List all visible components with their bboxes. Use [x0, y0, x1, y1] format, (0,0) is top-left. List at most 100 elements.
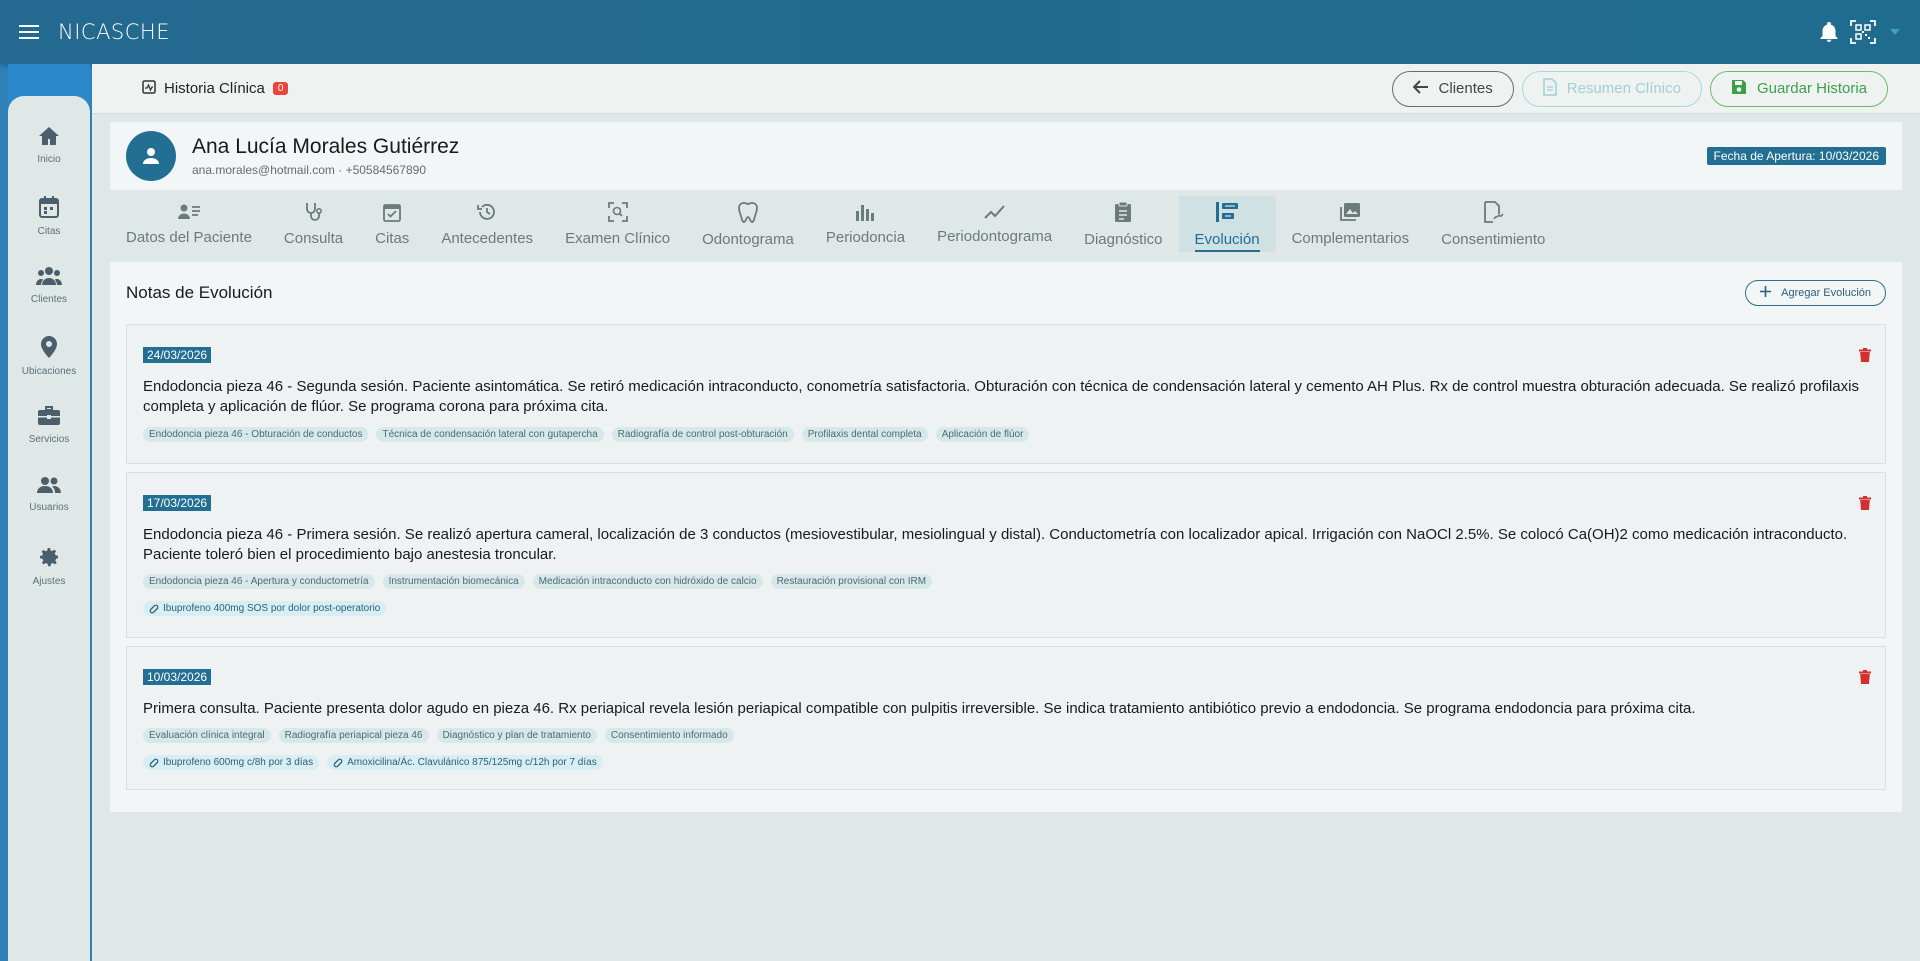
- note-text: Endodoncia pieza 46 - Segunda sesión. Pa…: [143, 378, 1859, 415]
- tab-diagnostico[interactable]: Diagnóstico: [1068, 196, 1178, 252]
- sidebar-item-label: Ubicaciones: [21, 366, 77, 377]
- tab-complementarios[interactable]: Complementarios: [1276, 196, 1426, 252]
- medication-tag: Amoxicilina/Ác. Clavulánico 875/125mg c/…: [327, 755, 603, 770]
- note-date: 10/03/2026: [143, 669, 212, 685]
- tab-label: Odontograma: [702, 230, 794, 248]
- medication-text: Ibuprofeno 600mg c/8h por 3 días: [163, 757, 314, 768]
- tab-odontograma[interactable]: Odontograma: [686, 196, 810, 252]
- sidebar-item-label: Clientes: [30, 294, 68, 305]
- sidebar-item-inicio[interactable]: Inicio: [8, 126, 90, 196]
- count-badge: 0: [272, 82, 289, 95]
- page-title-text: Historia Clínica: [164, 80, 265, 97]
- note-medications: Ibuprofeno 600mg c/8h por 3 días Amoxici…: [143, 755, 603, 770]
- delete-icon[interactable]: [1859, 347, 1871, 366]
- tab-label: Consulta: [283, 229, 344, 247]
- tab-consentimiento[interactable]: Consentimiento: [1425, 196, 1561, 252]
- person-icon: [143, 148, 159, 164]
- tab-label: Complementarios: [1291, 229, 1410, 247]
- save-icon: [1731, 79, 1747, 99]
- location-icon: [41, 336, 57, 362]
- medication-tag: Ibuprofeno 600mg c/8h por 3 días: [143, 755, 320, 770]
- tab-consulta[interactable]: Consulta: [268, 196, 359, 252]
- sidebar-item-ajustes[interactable]: Ajustes: [8, 546, 90, 616]
- account-menu-icon[interactable]: [1888, 25, 1902, 39]
- clinical-history-icon: [142, 79, 156, 98]
- bell-icon[interactable]: [1820, 22, 1838, 42]
- sidebar-item-usuarios[interactable]: Usuarios: [8, 476, 90, 546]
- users-icon: [37, 476, 61, 498]
- images-icon: [1339, 202, 1361, 226]
- tab-label: Periodontograma: [937, 227, 1053, 245]
- note-medications: Ibuprofeno 400mg SOS por dolor post-oper…: [143, 601, 387, 616]
- pill-icon: [149, 758, 159, 767]
- sidebar-item-label: Citas: [37, 226, 61, 237]
- calendar-icon: [39, 196, 59, 222]
- procedure-tag: Aplicación de flúor: [935, 427, 1030, 442]
- pill-icon: [333, 758, 343, 767]
- sidebar-item-citas[interactable]: Citas: [8, 196, 90, 266]
- delete-icon[interactable]: [1859, 669, 1871, 688]
- note-date: 17/03/2026: [143, 495, 212, 511]
- tab-periodontograma[interactable]: Periodontograma: [921, 196, 1068, 252]
- note-tags: Endodoncia pieza 46 - Apertura y conduct…: [143, 574, 933, 589]
- signature-icon: [1482, 200, 1504, 227]
- clientes-button[interactable]: Clientes: [1391, 70, 1514, 107]
- main-area: Historia Clínica 0 Clientes Resumen Clín…: [92, 64, 1920, 961]
- people-icon: [36, 266, 62, 290]
- tab-label: Examen Clínico: [565, 229, 671, 247]
- resumen-clinico-button[interactable]: Resumen Clínico: [1521, 70, 1702, 107]
- guardar-historia-label: Guardar Historia: [1756, 80, 1867, 97]
- gear-icon: [38, 546, 60, 572]
- page-title: Historia Clínica 0: [142, 79, 289, 98]
- sidebar-item-clientes[interactable]: Clientes: [8, 266, 90, 336]
- tab-periodoncia[interactable]: Periodoncia: [810, 196, 921, 252]
- procedure-tag: Consentimiento informado: [604, 728, 734, 743]
- tooth-icon: [738, 201, 758, 227]
- scan-icon: [607, 201, 628, 226]
- pill-icon: [149, 604, 159, 613]
- medication-text: Ibuprofeno 400mg SOS por dolor post-oper…: [163, 603, 381, 614]
- procedure-tag: Evaluación clínica integral: [143, 728, 271, 743]
- evolution-note: 24/03/2026 Endodoncia pieza 46 - Segunda…: [126, 324, 1886, 464]
- sidebar-item-label: Servicios: [28, 434, 70, 445]
- tab-citas[interactable]: Citas: [359, 196, 425, 252]
- tab-antecedentes[interactable]: Antecedentes: [425, 196, 549, 252]
- patient-contact: ana.morales@hotmail.com · +50584567890: [192, 163, 426, 177]
- note-tags: Evaluación clínica integral Radiografía …: [143, 728, 734, 743]
- sidebar-item-servicios[interactable]: Servicios: [8, 406, 90, 476]
- note-text: Endodoncia pieza 46 - Primera sesión. Se…: [143, 526, 1848, 563]
- menu-icon[interactable]: [0, 24, 58, 40]
- tab-examen-clinico[interactable]: Examen Clínico: [549, 196, 686, 252]
- medication-text: Amoxicilina/Ác. Clavulánico 875/125mg c/…: [347, 757, 597, 768]
- stethoscope-icon: [304, 202, 324, 226]
- sidebar-item-label: Inicio: [37, 154, 61, 165]
- note-text: Primera consulta. Paciente presenta dolo…: [143, 700, 1696, 717]
- section-title: Notas de Evolución: [126, 283, 273, 302]
- history-icon: [477, 202, 497, 226]
- patient-name: Ana Lucía Morales Gutiérrez: [192, 135, 460, 158]
- app-brand: NICASCHE: [58, 20, 170, 44]
- procedure-tag: Profilaxis dental completa: [801, 427, 928, 442]
- delete-icon[interactable]: [1859, 495, 1871, 514]
- arrow-left-icon: [1412, 79, 1429, 98]
- qr-code-icon[interactable]: [1850, 20, 1876, 44]
- clientes-button-label: Clientes: [1438, 80, 1493, 97]
- add-evolution-button[interactable]: Agregar Evolución: [1745, 280, 1886, 306]
- add-evolution-label: Agregar Evolución: [1781, 287, 1871, 299]
- procedure-tag: Endodoncia pieza 46 - Obturación de cond…: [143, 427, 369, 442]
- top-toolbar: Historia Clínica 0 Clientes Resumen Clín…: [92, 64, 1920, 114]
- note-date: 24/03/2026: [143, 347, 212, 363]
- tab-evolucion[interactable]: Evolución: [1178, 196, 1276, 252]
- procedure-tag: Instrumentación biomecánica: [382, 574, 525, 589]
- tab-label: Citas: [375, 229, 410, 247]
- procedure-tag: Técnica de condensación lateral con guta…: [376, 427, 604, 442]
- procedure-tag: Radiografía de control post-obturación: [611, 427, 794, 442]
- timeline-icon: [1215, 201, 1239, 227]
- sidebar-item-label: Usuarios: [29, 502, 69, 513]
- tab-label: Diagnóstico: [1084, 230, 1163, 248]
- tab-label: Antecedentes: [441, 229, 534, 247]
- guardar-historia-button[interactable]: Guardar Historia: [1709, 70, 1888, 107]
- sidebar-item-ubicaciones[interactable]: Ubicaciones: [8, 336, 90, 406]
- tab-label: Datos del Paciente: [126, 228, 252, 246]
- tab-datos-paciente[interactable]: Datos del Paciente: [110, 196, 268, 252]
